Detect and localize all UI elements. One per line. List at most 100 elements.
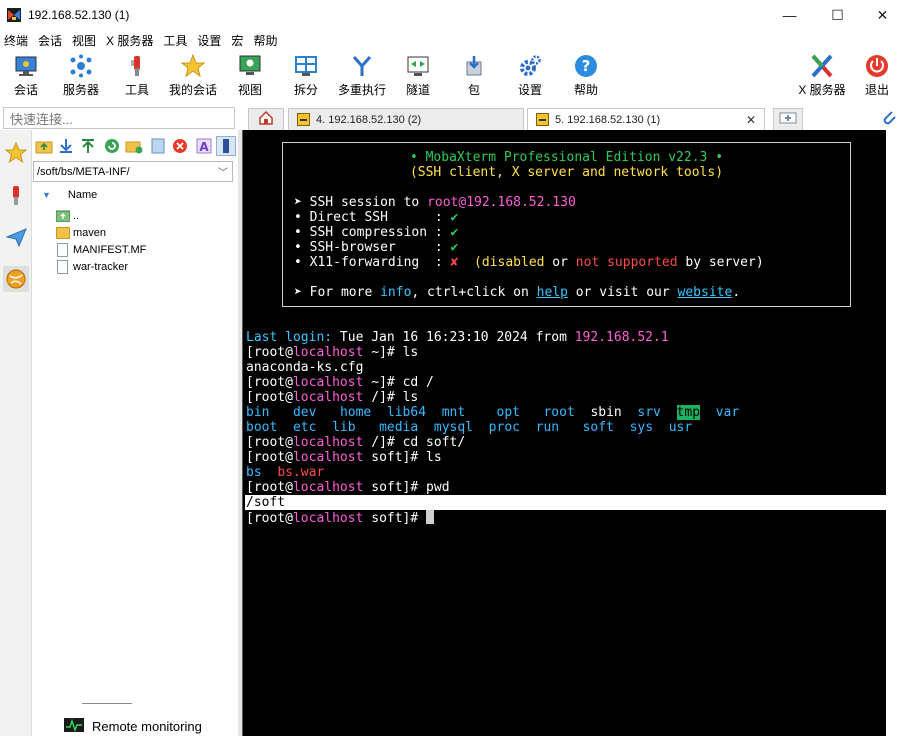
download-icon[interactable] xyxy=(56,136,76,156)
follow-terminal-icon[interactable] xyxy=(216,136,236,156)
tunnel-icon xyxy=(406,54,430,78)
menu-xserver[interactable]: X 服务器 xyxy=(102,32,159,49)
prompt-line: [root@localhost soft]# pwd xyxy=(246,480,450,495)
new-file-icon[interactable] xyxy=(148,136,168,156)
attachment-icon[interactable] xyxy=(880,109,898,130)
settings-button[interactable]: 设置 xyxy=(502,52,558,102)
collapse-arrow-icon[interactable]: ▼ xyxy=(42,190,51,200)
menu-help[interactable]: 帮助 xyxy=(249,32,283,49)
banner-row: • SSH-browser : ✔ xyxy=(294,240,459,255)
maximize-button[interactable]: ☐ xyxy=(815,0,860,30)
prompt-line: [root@localhost soft]# xyxy=(246,510,435,526)
my-sessions-button[interactable]: 我的会话 xyxy=(165,52,221,102)
name-column-header[interactable]: ▼ Name xyxy=(32,186,238,204)
split-icon xyxy=(294,54,318,78)
prompt-line: [root@localhost ~]# cd / xyxy=(246,375,434,390)
refresh-icon[interactable] xyxy=(102,136,122,156)
new-tab-button[interactable] xyxy=(773,108,803,130)
new-folder-icon[interactable] xyxy=(124,136,144,156)
tab-session-4[interactable]: 4. 192.168.52.130 (2) xyxy=(288,108,524,130)
rename-icon[interactable]: A xyxy=(194,136,214,156)
last-login-line: Last login: Tue Jan 16 16:23:10 2024 fro… xyxy=(246,330,669,345)
output-line: anaconda-ks.cfg xyxy=(246,360,364,375)
banner-row: • SSH compression : ✔ xyxy=(294,225,459,240)
banner-subtitle: (SSH client, X server and network tools) xyxy=(409,165,724,180)
output-line: /soft xyxy=(246,495,286,510)
tools-icon xyxy=(125,54,149,78)
side-strip xyxy=(0,130,32,736)
close-icon[interactable]: ✕ xyxy=(746,113,756,127)
servers-icon xyxy=(69,54,93,78)
main-toolbar: 会话 服务器 工具 我的会话 视图 拆分 多重执行 隧道 包 设置 ? 帮助 X… xyxy=(0,50,902,104)
output-line: bin dev home lib64 mnt opt root sbin srv… xyxy=(246,405,740,420)
welcome-banner: • MobaXterm Professional Edition v22.3 •… xyxy=(282,142,851,307)
close-button[interactable]: ✕ xyxy=(860,0,902,30)
list-item[interactable]: maven xyxy=(56,224,106,241)
website-link[interactable]: website xyxy=(678,285,733,300)
tunnel-button[interactable]: 隧道 xyxy=(390,52,446,102)
menu-sessions[interactable]: 会话 xyxy=(34,32,68,49)
ssh-key-icon xyxy=(536,113,549,126)
packages-button[interactable]: 包 xyxy=(446,52,502,102)
tab-home[interactable] xyxy=(248,108,284,130)
upload-icon[interactable] xyxy=(78,136,98,156)
terminal-scrollbar[interactable] xyxy=(886,130,902,736)
cursor xyxy=(426,510,435,524)
menu-view[interactable]: 视图 xyxy=(68,32,102,49)
prompt-line: [root@localhost soft]# ls xyxy=(246,450,442,465)
output-line: bs bs.war xyxy=(246,465,325,480)
multi-exec-icon xyxy=(350,54,374,78)
tab-label: 5. 192.168.52.130 (1) xyxy=(555,113,661,126)
minimize-button[interactable]: — xyxy=(767,0,812,30)
remote-path-text: /soft/bs/META-INF/ xyxy=(37,165,130,178)
remote-path-field[interactable]: /soft/bs/META-INF/ ﹀ xyxy=(33,161,233,182)
menu-tools[interactable]: 工具 xyxy=(159,32,193,49)
menu-macros[interactable]: 宏 xyxy=(227,32,249,49)
list-item[interactable]: war-tracker xyxy=(56,258,128,275)
title-bar: 192.168.52.130 (1) — ☐ ✕ xyxy=(0,0,902,30)
tab-session-5[interactable]: 5. 192.168.52.130 (1) ✕ xyxy=(527,108,765,130)
tools-icon[interactable] xyxy=(3,182,29,208)
terminal[interactable]: • MobaXterm Professional Edition v22.3 •… xyxy=(242,130,902,736)
list-item[interactable]: .. xyxy=(55,207,79,224)
prompt-line: [root@localhost /]# cd soft/ xyxy=(246,435,466,450)
power-icon xyxy=(865,54,889,78)
favorites-star-icon[interactable] xyxy=(3,140,29,166)
help-button[interactable]: ? 帮助 xyxy=(558,52,614,102)
exit-button[interactable]: 退出 xyxy=(849,52,902,102)
remote-monitoring-button[interactable]: Remote monitoring xyxy=(48,716,202,736)
chevron-down-icon[interactable]: ﹀ xyxy=(218,164,228,179)
quick-connect-input[interactable]: 快速连接... xyxy=(3,107,235,129)
banner-title: • MobaXterm Professional Edition v22.3 • xyxy=(409,150,724,165)
view-icon xyxy=(238,54,262,78)
svg-text:?: ? xyxy=(582,57,591,75)
output-line: boot etc lib media mysql proc run soft s… xyxy=(246,420,693,435)
sftp-globe-icon[interactable] xyxy=(3,266,29,292)
menu-settings[interactable]: 设置 xyxy=(193,32,227,49)
prompt-line: [root@localhost ~]# ls xyxy=(246,345,419,360)
divider xyxy=(82,703,132,704)
parent-folder-icon[interactable] xyxy=(34,136,54,156)
file-icon xyxy=(57,259,68,274)
tools-button[interactable]: 工具 xyxy=(109,52,165,102)
help-icon: ? xyxy=(574,54,598,78)
file-icon xyxy=(57,242,68,257)
sessions-button[interactable]: 会话 xyxy=(0,52,54,102)
macros-paper-plane-icon[interactable] xyxy=(3,224,29,250)
list-item[interactable]: MANIFEST.MF xyxy=(56,241,146,258)
servers-button[interactable]: 服务器 xyxy=(53,52,109,102)
split-button[interactable]: 拆分 xyxy=(278,52,334,102)
mobaxterm-logo-icon xyxy=(6,7,22,23)
multi-exec-button[interactable]: 多重执行 xyxy=(334,52,390,102)
banner-more-line: ➤ For more info, ctrl+click on help or v… xyxy=(294,285,741,300)
banner-row: • Direct SSH : ✔ xyxy=(294,210,459,225)
delete-icon[interactable] xyxy=(170,136,190,156)
tab-strip: 4. 192.168.52.130 (2) 5. 192.168.52.130 … xyxy=(240,106,902,130)
gear-icon xyxy=(518,54,542,78)
help-link[interactable]: help xyxy=(537,285,568,300)
menu-terminal[interactable]: 终端 xyxy=(0,32,34,49)
xserver-button[interactable]: X 服务器 xyxy=(794,52,850,102)
prompt-line: [root@localhost /]# ls xyxy=(246,390,419,405)
view-button[interactable]: 视图 xyxy=(222,52,278,102)
menu-bar: 终端 会话 视图 X 服务器 工具 设置 宏 帮助 xyxy=(0,30,902,50)
